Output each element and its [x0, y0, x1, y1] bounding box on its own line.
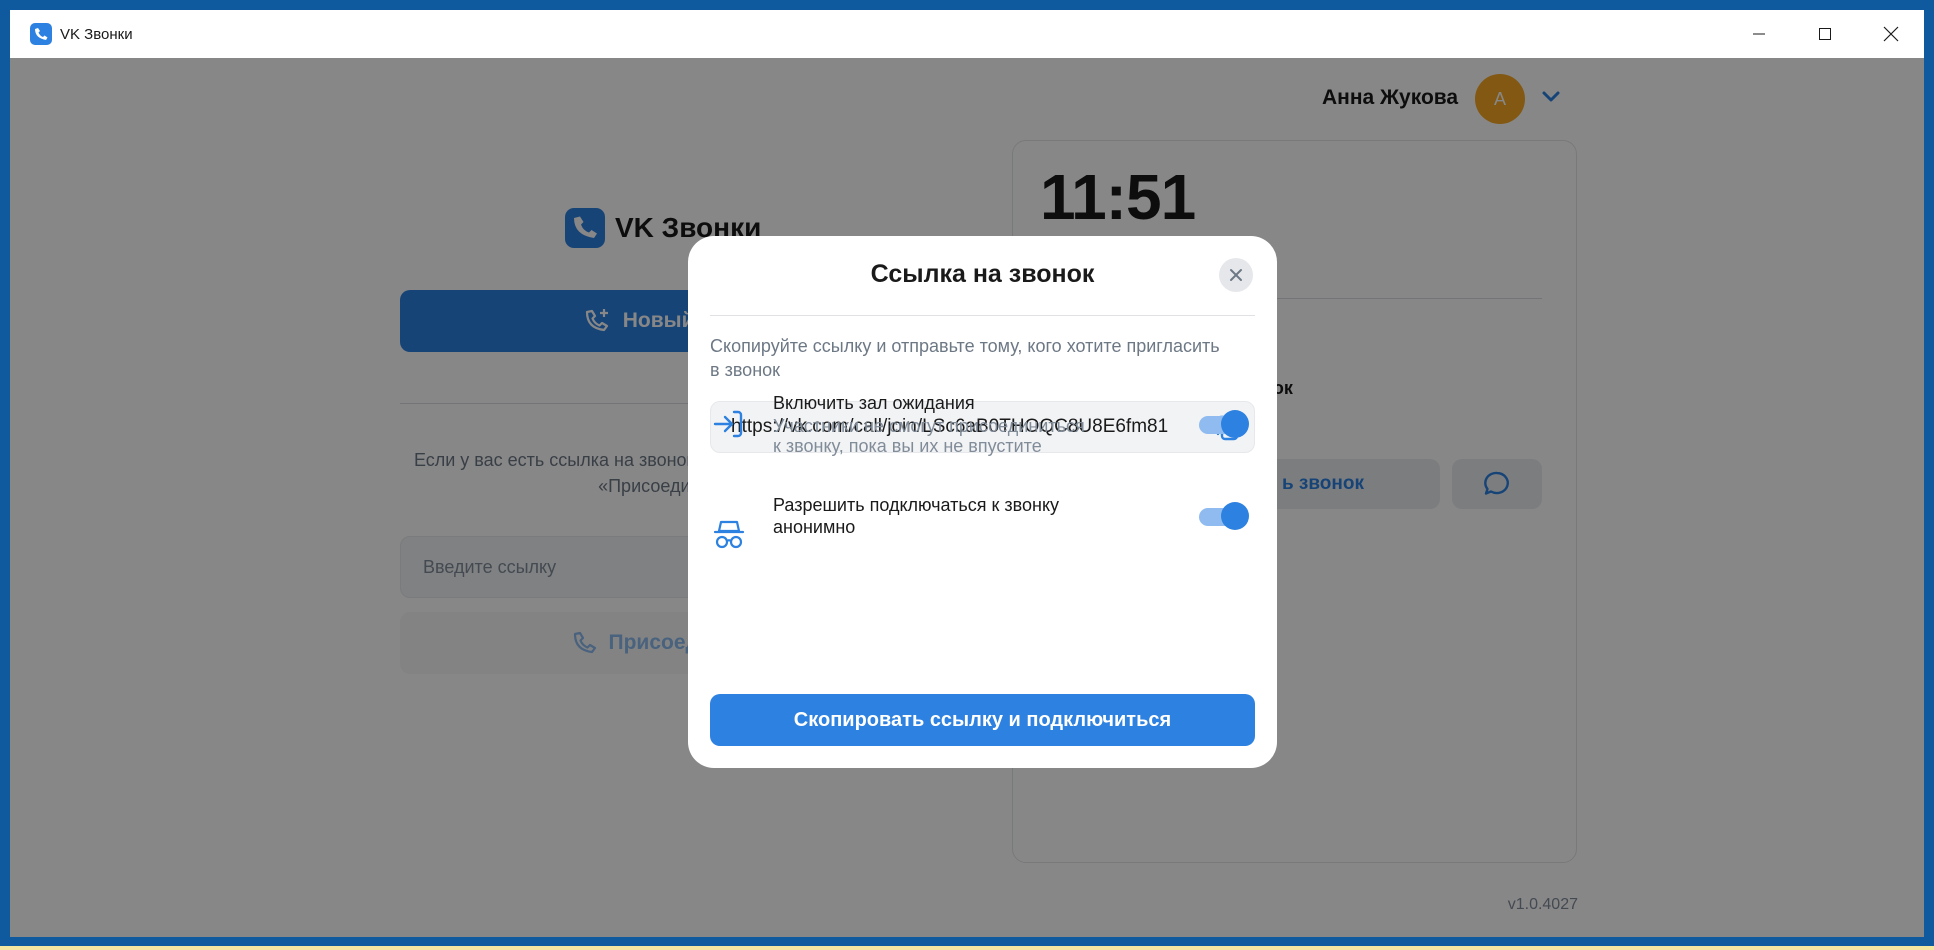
waiting-room-title: Включить зал ожидания	[773, 393, 975, 413]
maximize-button[interactable]	[1792, 10, 1858, 58]
dialog-separator	[710, 315, 1255, 316]
dialog-description: Скопируйте ссылку и отправьте тому, кого…	[710, 336, 1220, 380]
incognito-icon	[713, 520, 745, 549]
minimize-icon	[1753, 33, 1765, 35]
title-bar: VK Звонки	[10, 10, 1924, 58]
dialog-title: Ссылка на звонок	[870, 260, 1095, 288]
anonymous-title-line1: Разрешить подключаться к звонку	[773, 495, 1060, 515]
anonymous-toggle[interactable]	[1199, 502, 1249, 530]
bottom-strip	[0, 946, 1934, 950]
close-icon	[1883, 26, 1899, 42]
call-link-dialog: Ссылка на звонок Скопируйте ссылку и отп…	[688, 236, 1277, 768]
anonymous-title-line2: анонимно	[773, 517, 856, 537]
copy-link-and-join-button[interactable]: Скопировать ссылку и подключиться	[710, 694, 1255, 746]
maximize-icon	[1819, 28, 1831, 40]
minimize-button[interactable]	[1726, 10, 1792, 58]
window-close-button[interactable]	[1858, 10, 1924, 58]
window-title: VK Звонки	[60, 25, 133, 43]
app-logo-icon	[30, 23, 52, 45]
waiting-room-toggle[interactable]	[1199, 410, 1249, 438]
door-enter-icon	[713, 410, 743, 438]
copy-link-and-join-label: Скопировать ссылку и подключиться	[793, 708, 1172, 731]
dialog-close-button[interactable]	[1219, 258, 1253, 292]
close-icon	[1230, 269, 1242, 281]
waiting-room-subtitle-line2: к звонку, пока вы их не впустите	[773, 436, 1042, 456]
